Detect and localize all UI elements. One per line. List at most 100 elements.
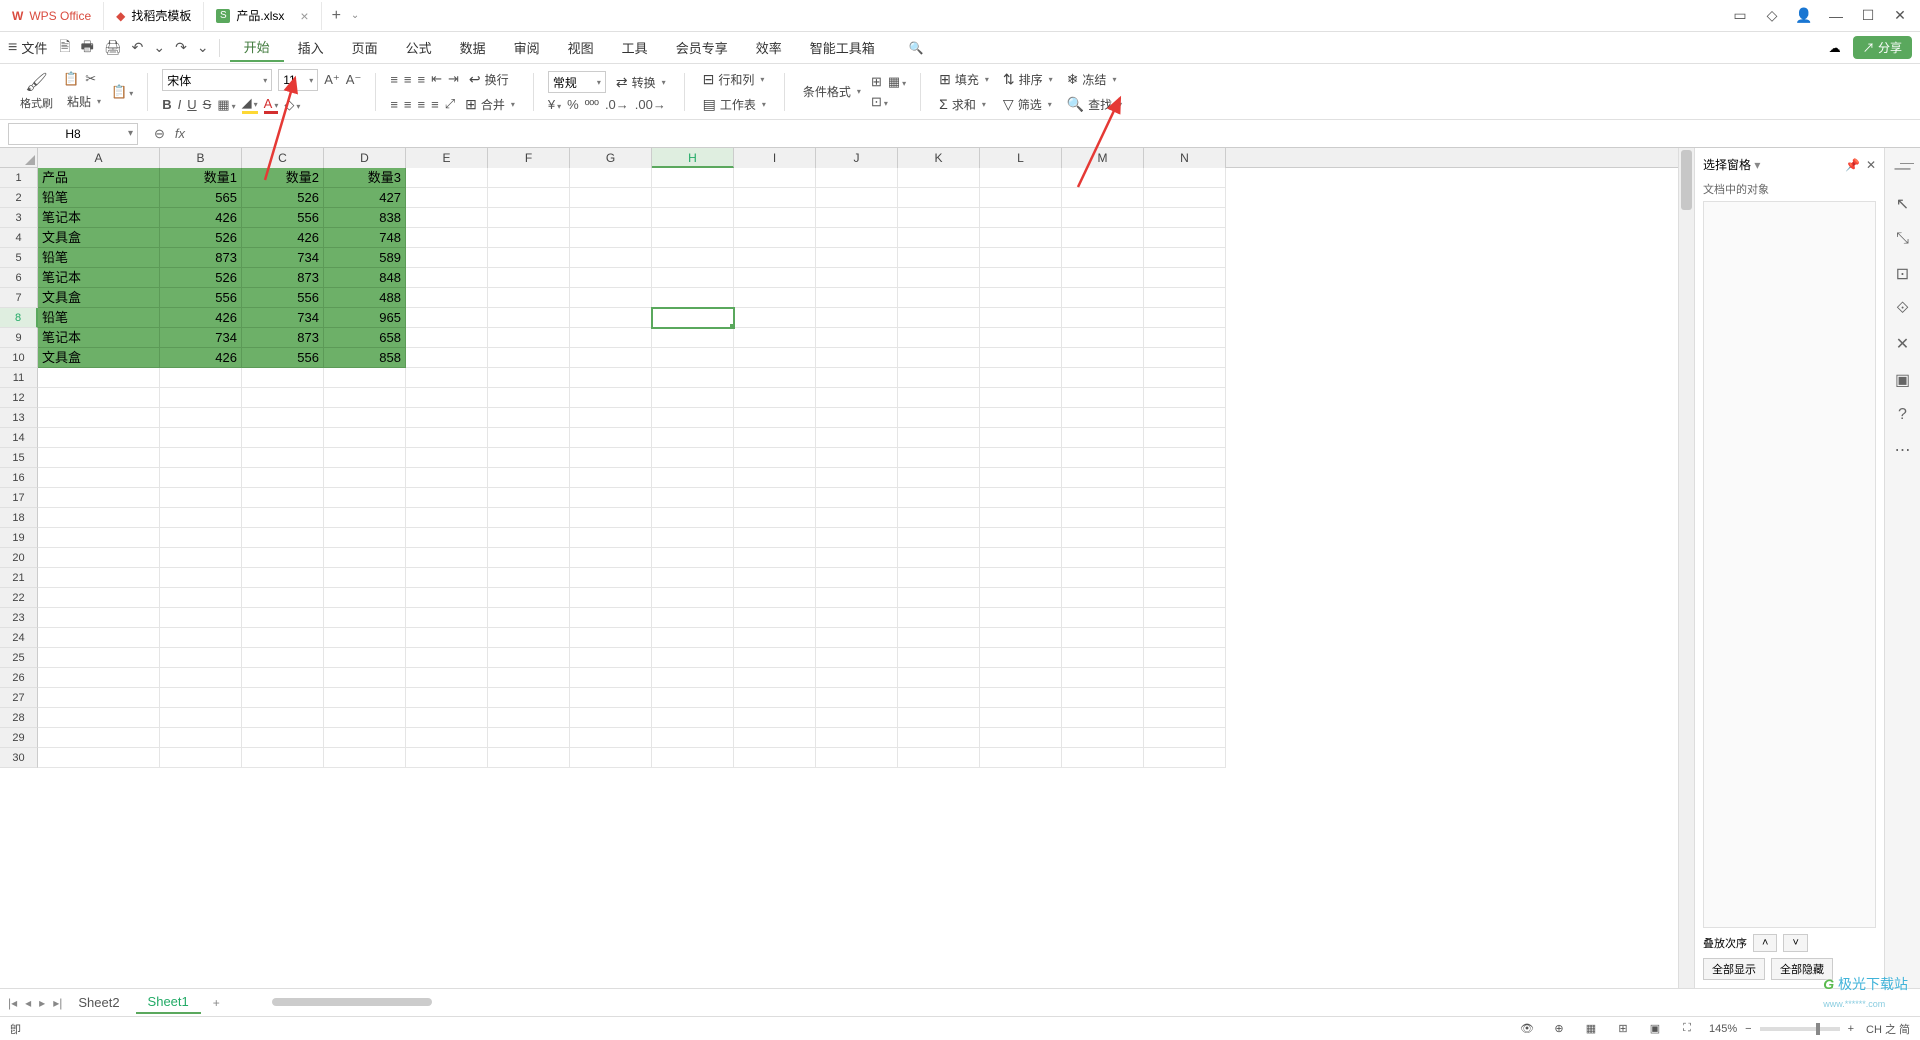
cell-H7[interactable] bbox=[652, 288, 734, 308]
cell-C21[interactable] bbox=[242, 568, 324, 588]
cell-I4[interactable] bbox=[734, 228, 816, 248]
eye-icon[interactable]: 👁 bbox=[1517, 1022, 1537, 1035]
cell-H20[interactable] bbox=[652, 548, 734, 568]
cell-D30[interactable] bbox=[324, 748, 406, 768]
cell-L3[interactable] bbox=[980, 208, 1062, 228]
cell-E26[interactable] bbox=[406, 668, 488, 688]
sum-button[interactable]: Σ求和▾ bbox=[935, 94, 993, 115]
row-header-4[interactable]: 4 bbox=[0, 228, 38, 248]
cell-E22[interactable] bbox=[406, 588, 488, 608]
cell-N29[interactable] bbox=[1144, 728, 1226, 748]
cell-E16[interactable] bbox=[406, 468, 488, 488]
col-header-M[interactable]: M bbox=[1062, 148, 1144, 168]
cell-F28[interactable] bbox=[488, 708, 570, 728]
file-menu[interactable]: 文件 bbox=[21, 38, 47, 57]
find-button[interactable]: 🔍查找▾ bbox=[1063, 94, 1126, 115]
cell-F26[interactable] bbox=[488, 668, 570, 688]
cell-A24[interactable] bbox=[38, 628, 160, 648]
cell-C23[interactable] bbox=[242, 608, 324, 628]
cell-E29[interactable] bbox=[406, 728, 488, 748]
zoom-out[interactable]: − bbox=[1745, 1023, 1751, 1035]
cell-D3[interactable]: 838 bbox=[324, 208, 406, 228]
cell-G16[interactable] bbox=[570, 468, 652, 488]
tab-start[interactable]: 开始 bbox=[230, 33, 284, 62]
cell-L15[interactable] bbox=[980, 448, 1062, 468]
cell-A26[interactable] bbox=[38, 668, 160, 688]
redo-icon[interactable]: ↷ bbox=[175, 39, 187, 56]
cell-B25[interactable] bbox=[160, 648, 242, 668]
cell-N28[interactable] bbox=[1144, 708, 1226, 728]
rail-more-icon[interactable]: ⋯ bbox=[1895, 440, 1911, 460]
fill-color-button[interactable]: ◢▾ bbox=[242, 95, 258, 114]
cell-B12[interactable] bbox=[160, 388, 242, 408]
cell-C15[interactable] bbox=[242, 448, 324, 468]
row-header-18[interactable]: 18 bbox=[0, 508, 38, 528]
cell-N7[interactable] bbox=[1144, 288, 1226, 308]
cell-C20[interactable] bbox=[242, 548, 324, 568]
cell-B9[interactable]: 734 bbox=[160, 328, 242, 348]
view-page[interactable]: ⊞ bbox=[1613, 1022, 1633, 1035]
cell-H25[interactable] bbox=[652, 648, 734, 668]
cell-H21[interactable] bbox=[652, 568, 734, 588]
cell-G26[interactable] bbox=[570, 668, 652, 688]
strike-button[interactable]: S bbox=[203, 97, 212, 112]
cell-N25[interactable] bbox=[1144, 648, 1226, 668]
cloud-icon[interactable]: ☁ bbox=[1829, 41, 1841, 55]
cell-D21[interactable] bbox=[324, 568, 406, 588]
cell-D10[interactable]: 858 bbox=[324, 348, 406, 368]
col-header-C[interactable]: C bbox=[242, 148, 324, 168]
cell-F2[interactable] bbox=[488, 188, 570, 208]
cell-K29[interactable] bbox=[898, 728, 980, 748]
cube-icon[interactable]: ◇ bbox=[1760, 7, 1784, 24]
rail-icon-4[interactable]: ✕ bbox=[1896, 334, 1909, 354]
cell-J24[interactable] bbox=[816, 628, 898, 648]
cell-J1[interactable] bbox=[816, 168, 898, 188]
cell-I15[interactable] bbox=[734, 448, 816, 468]
cell-A12[interactable] bbox=[38, 388, 160, 408]
cell-A20[interactable] bbox=[38, 548, 160, 568]
rail-help-icon[interactable]: ? bbox=[1898, 406, 1907, 424]
cell-G2[interactable] bbox=[570, 188, 652, 208]
format-painter[interactable]: 🖌格式刷 bbox=[16, 72, 57, 111]
cell-L27[interactable] bbox=[980, 688, 1062, 708]
cell-E27[interactable] bbox=[406, 688, 488, 708]
row-header-27[interactable]: 27 bbox=[0, 688, 38, 708]
cell-H24[interactable] bbox=[652, 628, 734, 648]
cond-format-button[interactable]: 条件格式▾ bbox=[799, 81, 865, 102]
row-header-24[interactable]: 24 bbox=[0, 628, 38, 648]
tab-view[interactable]: 视图 bbox=[554, 34, 608, 61]
cell-E1[interactable] bbox=[406, 168, 488, 188]
cell-D2[interactable]: 427 bbox=[324, 188, 406, 208]
cell-J18[interactable] bbox=[816, 508, 898, 528]
cell-I23[interactable] bbox=[734, 608, 816, 628]
cell-A1[interactable]: 产品 bbox=[38, 168, 160, 188]
cell-L28[interactable] bbox=[980, 708, 1062, 728]
cell-H4[interactable] bbox=[652, 228, 734, 248]
row-header-19[interactable]: 19 bbox=[0, 528, 38, 548]
tab-smart[interactable]: 智能工具箱 bbox=[796, 34, 889, 61]
cancel-edit-icon[interactable]: ⊖ bbox=[154, 126, 165, 142]
row-header-28[interactable]: 28 bbox=[0, 708, 38, 728]
cell-D28[interactable] bbox=[324, 708, 406, 728]
row-header-7[interactable]: 7 bbox=[0, 288, 38, 308]
cell-C10[interactable]: 556 bbox=[242, 348, 324, 368]
cell-N11[interactable] bbox=[1144, 368, 1226, 388]
cell-I18[interactable] bbox=[734, 508, 816, 528]
cell-I14[interactable] bbox=[734, 428, 816, 448]
cell-G7[interactable] bbox=[570, 288, 652, 308]
cell-B29[interactable] bbox=[160, 728, 242, 748]
cell-I20[interactable] bbox=[734, 548, 816, 568]
cell-L20[interactable] bbox=[980, 548, 1062, 568]
cell-G27[interactable] bbox=[570, 688, 652, 708]
pin-icon[interactable]: 📌 bbox=[1845, 158, 1860, 172]
cell-K16[interactable] bbox=[898, 468, 980, 488]
cell-G24[interactable] bbox=[570, 628, 652, 648]
formula-input[interactable] bbox=[195, 123, 1920, 145]
bold-button[interactable]: B bbox=[162, 97, 171, 112]
cell-N5[interactable] bbox=[1144, 248, 1226, 268]
cell-A9[interactable]: 笔记本 bbox=[38, 328, 160, 348]
cell-M11[interactable] bbox=[1062, 368, 1144, 388]
cell-F22[interactable] bbox=[488, 588, 570, 608]
cell-M4[interactable] bbox=[1062, 228, 1144, 248]
select-mode-icon[interactable]: ↖ bbox=[1896, 194, 1909, 214]
